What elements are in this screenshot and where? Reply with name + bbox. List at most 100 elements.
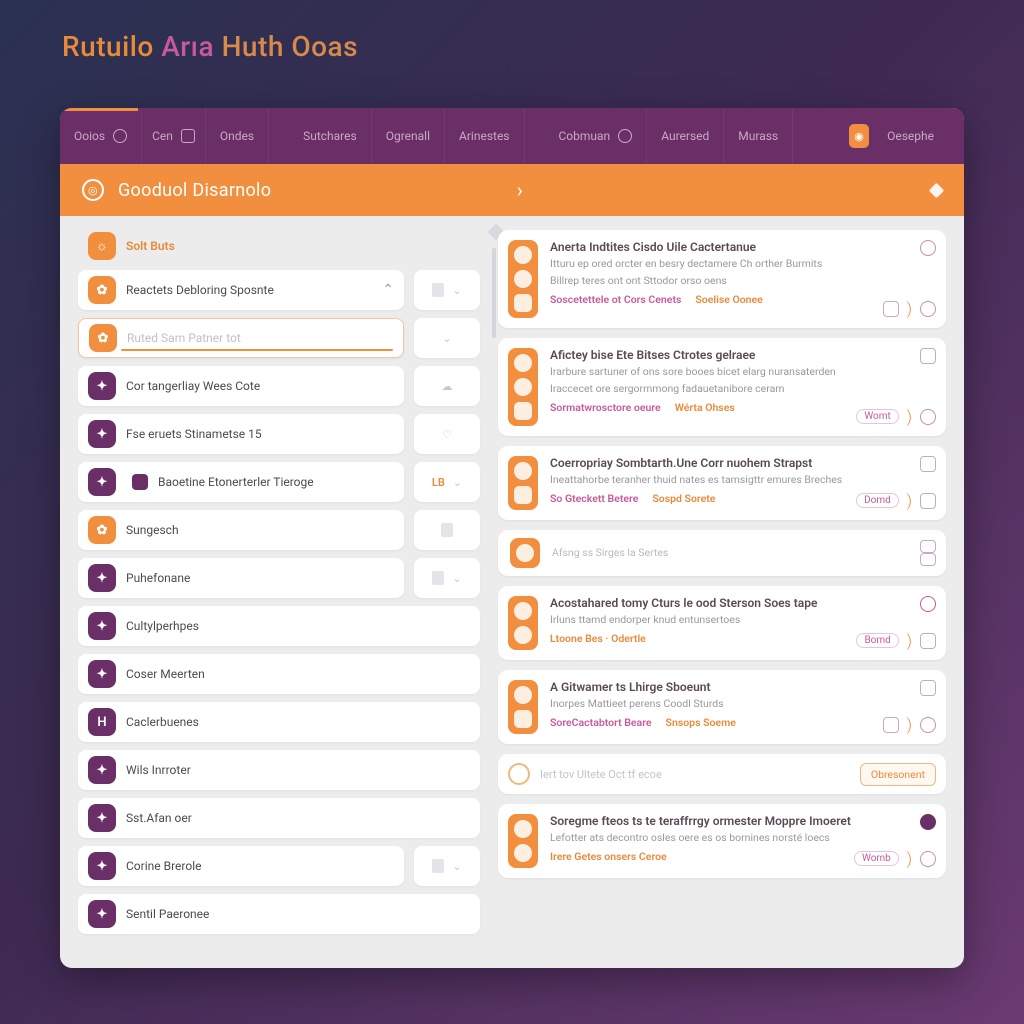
target-icon: ◎: [82, 179, 104, 201]
status-pill[interactable]: Womt: [856, 409, 898, 424]
nav-item-3[interactable]: Sutchares: [289, 108, 372, 164]
nav-item-5[interactable]: Arinestes: [445, 108, 524, 164]
nav-item-0[interactable]: Ooios: [60, 108, 142, 164]
card-sidebar: [508, 456, 538, 510]
flag-icon[interactable]: [920, 596, 936, 612]
list-item[interactable]: ✦ Fse eruets Stinametse 15: [78, 414, 404, 454]
chevron-up-icon[interactable]: ⌃: [382, 282, 394, 298]
compose-input[interactable]: Iert tov Ultete Oct tf ecoe: [540, 768, 662, 781]
card-sidebar: [508, 680, 538, 734]
aux-panel[interactable]: ⌄: [414, 270, 480, 310]
nav-item-4[interactable]: Ogrenall: [372, 108, 445, 164]
card-sidebar: [508, 814, 538, 868]
bookmark-icon[interactable]: [883, 717, 899, 733]
content-card[interactable]: Anerta Indtites Cisdo Uile Cactertanue I…: [498, 230, 946, 328]
left-panel: ☼ Solt Buts ✿ Reactets Debloring Sposnte…: [78, 230, 480, 950]
top-nav: Ooios Cen Ondes Sutchares Ogrenall Arine…: [60, 108, 964, 164]
more-icon[interactable]: [920, 717, 936, 733]
u-icon: [181, 129, 195, 143]
globe-icon[interactable]: [920, 240, 936, 256]
status-pill[interactable]: Bomd: [856, 633, 898, 648]
page-title: Gooduol Disarnolo: [118, 180, 271, 201]
item-chip-icon: ✦: [88, 852, 116, 880]
list-item[interactable]: ✦Sst.Afan oer: [78, 798, 480, 838]
nav-item-6[interactable]: Cobmuan: [545, 108, 648, 164]
note-icon[interactable]: [920, 456, 936, 472]
diamond-icon[interactable]: [929, 182, 945, 198]
item-chip-icon: ✦: [88, 468, 116, 496]
share-icon[interactable]: [920, 301, 936, 317]
status-pill[interactable]: Domd: [856, 493, 899, 508]
aux-panel[interactable]: ⌄: [414, 846, 480, 886]
item-chip-icon: ✦: [88, 372, 116, 400]
aux-panel[interactable]: ⌄: [414, 318, 480, 358]
compose-icon: [508, 763, 530, 785]
list-item[interactable]: ✦Corine Brerole: [78, 846, 404, 886]
item-chip-icon: H: [88, 708, 116, 736]
aux-panel[interactable]: ⌄: [414, 558, 480, 598]
aux-panel[interactable]: LB⌄: [414, 462, 480, 502]
dot-icon: [113, 129, 127, 143]
nav-item-2[interactable]: Ondes: [206, 108, 269, 164]
list-item[interactable]: ✿ Reactets Debloring Sposnte ⌃: [78, 270, 404, 310]
bracket-icon: ): [907, 491, 912, 510]
content-card[interactable]: Coerropriay Sombtarth.Une Corr nuohem St…: [498, 446, 946, 520]
list-item[interactable]: HCaclerbuenes: [78, 702, 480, 742]
card-sidebar: [508, 240, 538, 318]
left-heading: ☼ Solt Buts: [78, 230, 480, 262]
search-input-row[interactable]: ✿ Ruted Sam Patner tot: [78, 318, 404, 358]
bracket-icon: ): [907, 299, 912, 318]
aux-panel[interactable]: ♡: [414, 414, 480, 454]
card-sidebar: [508, 596, 538, 650]
nav-item-1[interactable]: Cen: [142, 108, 206, 164]
tag-icon[interactable]: [920, 348, 936, 364]
more-icon[interactable]: [920, 851, 936, 867]
content-card[interactable]: A Gitwamer ts Lhirge Sboeunt Inorpes Mat…: [498, 670, 946, 744]
aux-panel[interactable]: ☁: [414, 366, 480, 406]
list-item[interactable]: ✦Wils Inrroter: [78, 750, 480, 790]
list-item[interactable]: ✦Sentil Paeronee: [78, 894, 480, 934]
bracket-icon: ): [907, 715, 912, 734]
list-item[interactable]: ✦Coser Meerten: [78, 654, 480, 694]
list-item[interactable]: ✦ Cor tangerliay Wees Cote: [78, 366, 404, 406]
right-panel: Anerta Indtites Cisdo Uile Cactertanue I…: [498, 230, 946, 950]
content-card-slim[interactable]: Afsng ss Sirges la Sertes: [498, 530, 946, 576]
nav-item-7[interactable]: Aurersed: [647, 108, 724, 164]
bookmark-icon[interactable]: [883, 301, 899, 317]
bulb-icon[interactable]: [920, 409, 936, 425]
list-item[interactable]: ✦ Baoetine Etonerterler Tieroge: [78, 462, 404, 502]
heart-icon: ♡: [442, 428, 452, 441]
content-card[interactable]: Afictey bise Ete Bitses Ctrotes gelraee …: [498, 338, 946, 436]
badge-icon[interactable]: ◉: [849, 124, 869, 148]
chevron-right-icon[interactable]: ›: [517, 178, 523, 202]
heading-chip-icon: ☼: [88, 232, 116, 260]
dot-icon[interactable]: [920, 814, 936, 830]
compose-button[interactable]: Obresonent: [860, 763, 936, 786]
compose-row: Iert tov Ultete Oct tf ecoe Obresonent: [498, 754, 946, 794]
item-chip-icon: ✦: [88, 756, 116, 784]
nav-item-8[interactable]: Murass: [724, 108, 793, 164]
list-item[interactable]: ✿Sungesch: [78, 510, 404, 550]
expand-icon[interactable]: [920, 633, 936, 649]
content-card[interactable]: Acostahared tomy Cturs le ood Sterson So…: [498, 586, 946, 660]
content-card[interactable]: Soregme fteos ts te teraffrrgy ormester …: [498, 804, 946, 878]
note-icon[interactable]: [920, 680, 936, 696]
list-item[interactable]: ✦Puhefonane: [78, 558, 404, 598]
expand-icon[interactable]: [920, 493, 936, 509]
bracket-icon: ): [907, 631, 912, 650]
item-chip-icon: ✦: [88, 564, 116, 592]
more-icon[interactable]: [920, 553, 936, 566]
doc-icon[interactable]: [920, 540, 936, 553]
aux-panel[interactable]: [414, 510, 480, 550]
item-chip-icon: ✿: [89, 324, 117, 352]
app-window: Ooios Cen Ondes Sutchares Ogrenall Arine…: [60, 108, 964, 968]
status-pill[interactable]: Womb: [854, 851, 899, 866]
nav-right-label[interactable]: Oesephe: [887, 129, 934, 143]
bracket-icon: ): [907, 407, 912, 426]
dot-icon: [618, 129, 632, 143]
item-chip-icon: ✦: [88, 804, 116, 832]
list-item[interactable]: ✦Cultylperhpes: [78, 606, 480, 646]
cloud-icon: ☁: [442, 380, 453, 393]
item-chip-icon: ✦: [88, 660, 116, 688]
bracket-icon: ): [907, 849, 912, 868]
